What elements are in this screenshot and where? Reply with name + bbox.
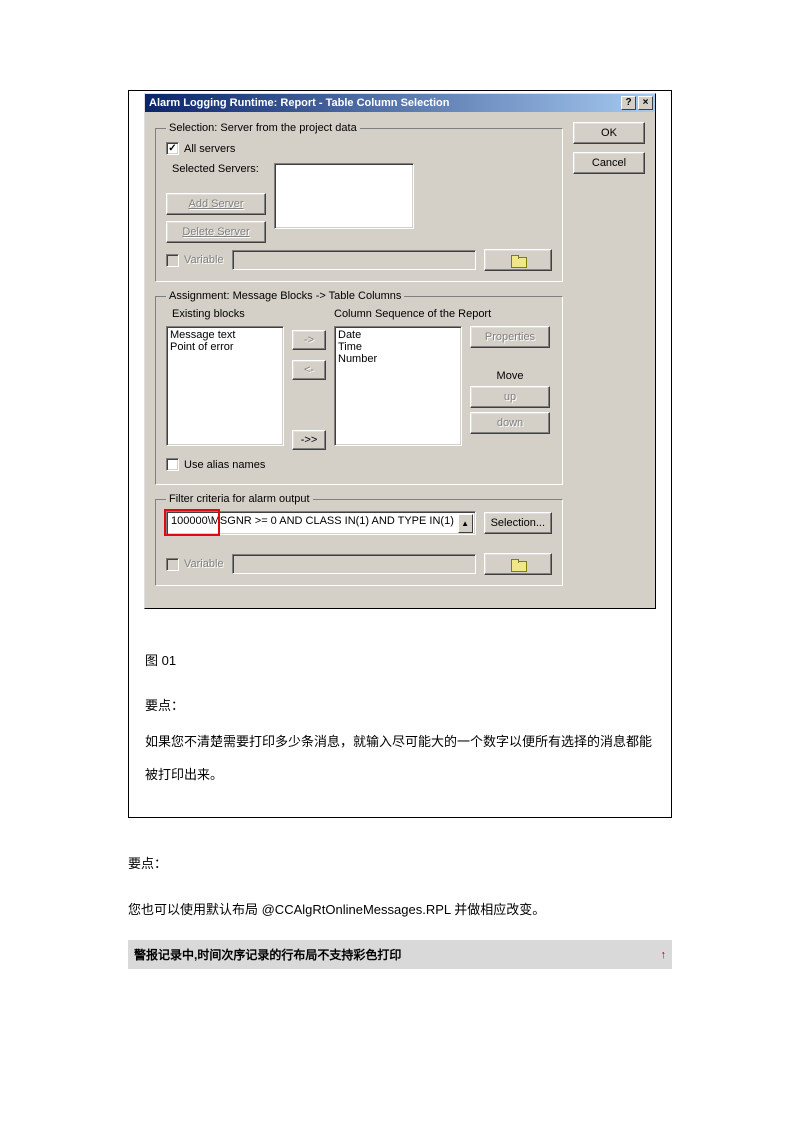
- titlebar: Alarm Logging Runtime: Report - Table Co…: [145, 94, 655, 112]
- list-item[interactable]: Number: [338, 353, 458, 365]
- browse-button-1[interactable]: [484, 249, 552, 271]
- variable-label-2: Variable: [184, 558, 224, 570]
- variable-input-2: [232, 554, 476, 574]
- dialog-title: Alarm Logging Runtime: Report - Table Co…: [149, 94, 449, 112]
- document-text-inner: 图 01 要点： 如果您不清楚需要打印多少条消息，就输入尽可能大的一个数字以便所…: [129, 631, 671, 817]
- cancel-button[interactable]: Cancel: [573, 152, 645, 174]
- filter-criteria-input[interactable]: 100000\MSGNR >= 0 AND CLASS IN(1) AND TY…: [166, 511, 476, 535]
- variable-checkbox-1: Variable: [166, 254, 224, 267]
- checkbox-icon: [166, 254, 179, 267]
- existing-blocks-listbox[interactable]: Message text Point of error: [166, 326, 284, 446]
- properties-button: Properties: [470, 326, 550, 348]
- list-item[interactable]: Message text: [170, 329, 280, 341]
- variable-input-1: [232, 250, 476, 270]
- note-bar: 警报记录中,时间次序记录的行布局不支持彩色打印 ↑: [128, 940, 672, 969]
- assignment-legend: Assignment: Message Blocks -> Table Colu…: [166, 290, 404, 302]
- all-servers-label: All servers: [184, 143, 235, 155]
- move-all-right-button[interactable]: ->>: [292, 430, 326, 450]
- up-arrow-icon[interactable]: ↑: [661, 949, 667, 961]
- all-servers-checkbox[interactable]: ✓ All servers: [166, 142, 235, 155]
- use-alias-checkbox[interactable]: Use alias names: [166, 458, 265, 471]
- delete-server-button: Delete Server: [166, 221, 266, 243]
- list-item[interactable]: Date: [338, 329, 458, 341]
- help-icon[interactable]: ?: [621, 96, 636, 110]
- column-sequence-label: Column Sequence of the Report: [334, 308, 550, 320]
- move-down-button[interactable]: down: [470, 412, 550, 434]
- close-icon[interactable]: ×: [638, 96, 653, 110]
- folder-icon: [511, 255, 525, 266]
- list-item[interactable]: Point of error: [170, 341, 280, 353]
- folder-icon: [511, 559, 525, 570]
- assignment-group: Assignment: Message Blocks -> Table Colu…: [155, 290, 563, 485]
- selected-servers-label: Selected Servers:: [166, 163, 266, 175]
- move-label: Move: [470, 370, 550, 382]
- move-left-button[interactable]: <-: [292, 360, 326, 380]
- document-frame: Alarm Logging Runtime: Report - Table Co…: [128, 90, 672, 818]
- add-server-button: Add Server: [166, 193, 266, 215]
- use-alias-label: Use alias names: [184, 459, 265, 471]
- table-column-selection-dialog: Alarm Logging Runtime: Report - Table Co…: [144, 93, 656, 609]
- selected-servers-listbox[interactable]: [274, 163, 414, 229]
- selection-legend: Selection: Server from the project data: [166, 122, 360, 134]
- figure-label: 图 01: [145, 645, 655, 678]
- existing-blocks-label: Existing blocks: [166, 308, 284, 320]
- selection-button[interactable]: Selection...: [484, 512, 552, 534]
- paragraph-1: 如果您不清楚需要打印多少条消息，就输入尽可能大的一个数字以便所有选择的消息都能被…: [145, 726, 655, 791]
- move-up-button[interactable]: up: [470, 386, 550, 408]
- ok-button[interactable]: OK: [573, 122, 645, 144]
- report-columns-listbox[interactable]: Date Time Number: [334, 326, 462, 446]
- move-right-button[interactable]: ->: [292, 330, 326, 350]
- variable-checkbox-2: Variable: [166, 558, 224, 571]
- point-heading-2: 要点：: [128, 848, 672, 881]
- checkmark-icon: ✓: [166, 142, 179, 155]
- selection-group: Selection: Server from the project data …: [155, 122, 563, 282]
- browse-button-2[interactable]: [484, 553, 552, 575]
- checkbox-icon: [166, 458, 179, 471]
- chevron-up-icon[interactable]: ▲: [458, 514, 473, 533]
- point-heading-1: 要点：: [145, 690, 655, 723]
- filter-legend: Filter criteria for alarm output: [166, 493, 313, 505]
- variable-label-1: Variable: [184, 254, 224, 266]
- list-item[interactable]: Time: [338, 341, 458, 353]
- document-text-outer: 要点： 您也可以使用默认布局 @CCAlgRtOnlineMessages.RP…: [128, 848, 672, 926]
- filter-text: 100000\MSGNR >= 0 AND CLASS IN(1) AND TY…: [171, 515, 457, 527]
- checkbox-icon: [166, 558, 179, 571]
- paragraph-2: 您也可以使用默认布局 @CCAlgRtOnlineMessages.RPL 并做…: [128, 894, 672, 927]
- filter-group: Filter criteria for alarm output 100000\…: [155, 493, 563, 586]
- note-text: 警报记录中,时间次序记录的行布局不支持彩色打印: [134, 946, 401, 963]
